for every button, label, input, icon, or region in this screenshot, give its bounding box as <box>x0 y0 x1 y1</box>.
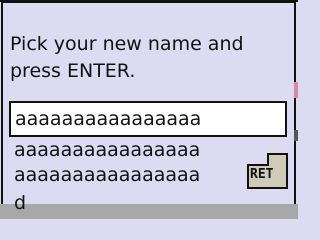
name-overflow-line: d <box>14 192 27 214</box>
return-key-button[interactable]: RET <box>247 153 288 189</box>
name-prompt: Pick your new name and press ENTER. <box>10 33 244 82</box>
edge-marker-dark <box>294 130 298 141</box>
bottom-bar <box>0 204 298 219</box>
name-input-field[interactable]: aaaaaaaaaaaaaaaa <box>9 101 287 137</box>
edge-marker-pink <box>294 82 298 98</box>
return-key-label: RET <box>250 167 274 182</box>
name-input-text: aaaaaaaaaaaaaaaa <box>15 108 202 130</box>
name-overflow-line: aaaaaaaaaaaaaaaa <box>14 164 201 186</box>
name-overflow-line: aaaaaaaaaaaaaaaa <box>14 139 201 161</box>
